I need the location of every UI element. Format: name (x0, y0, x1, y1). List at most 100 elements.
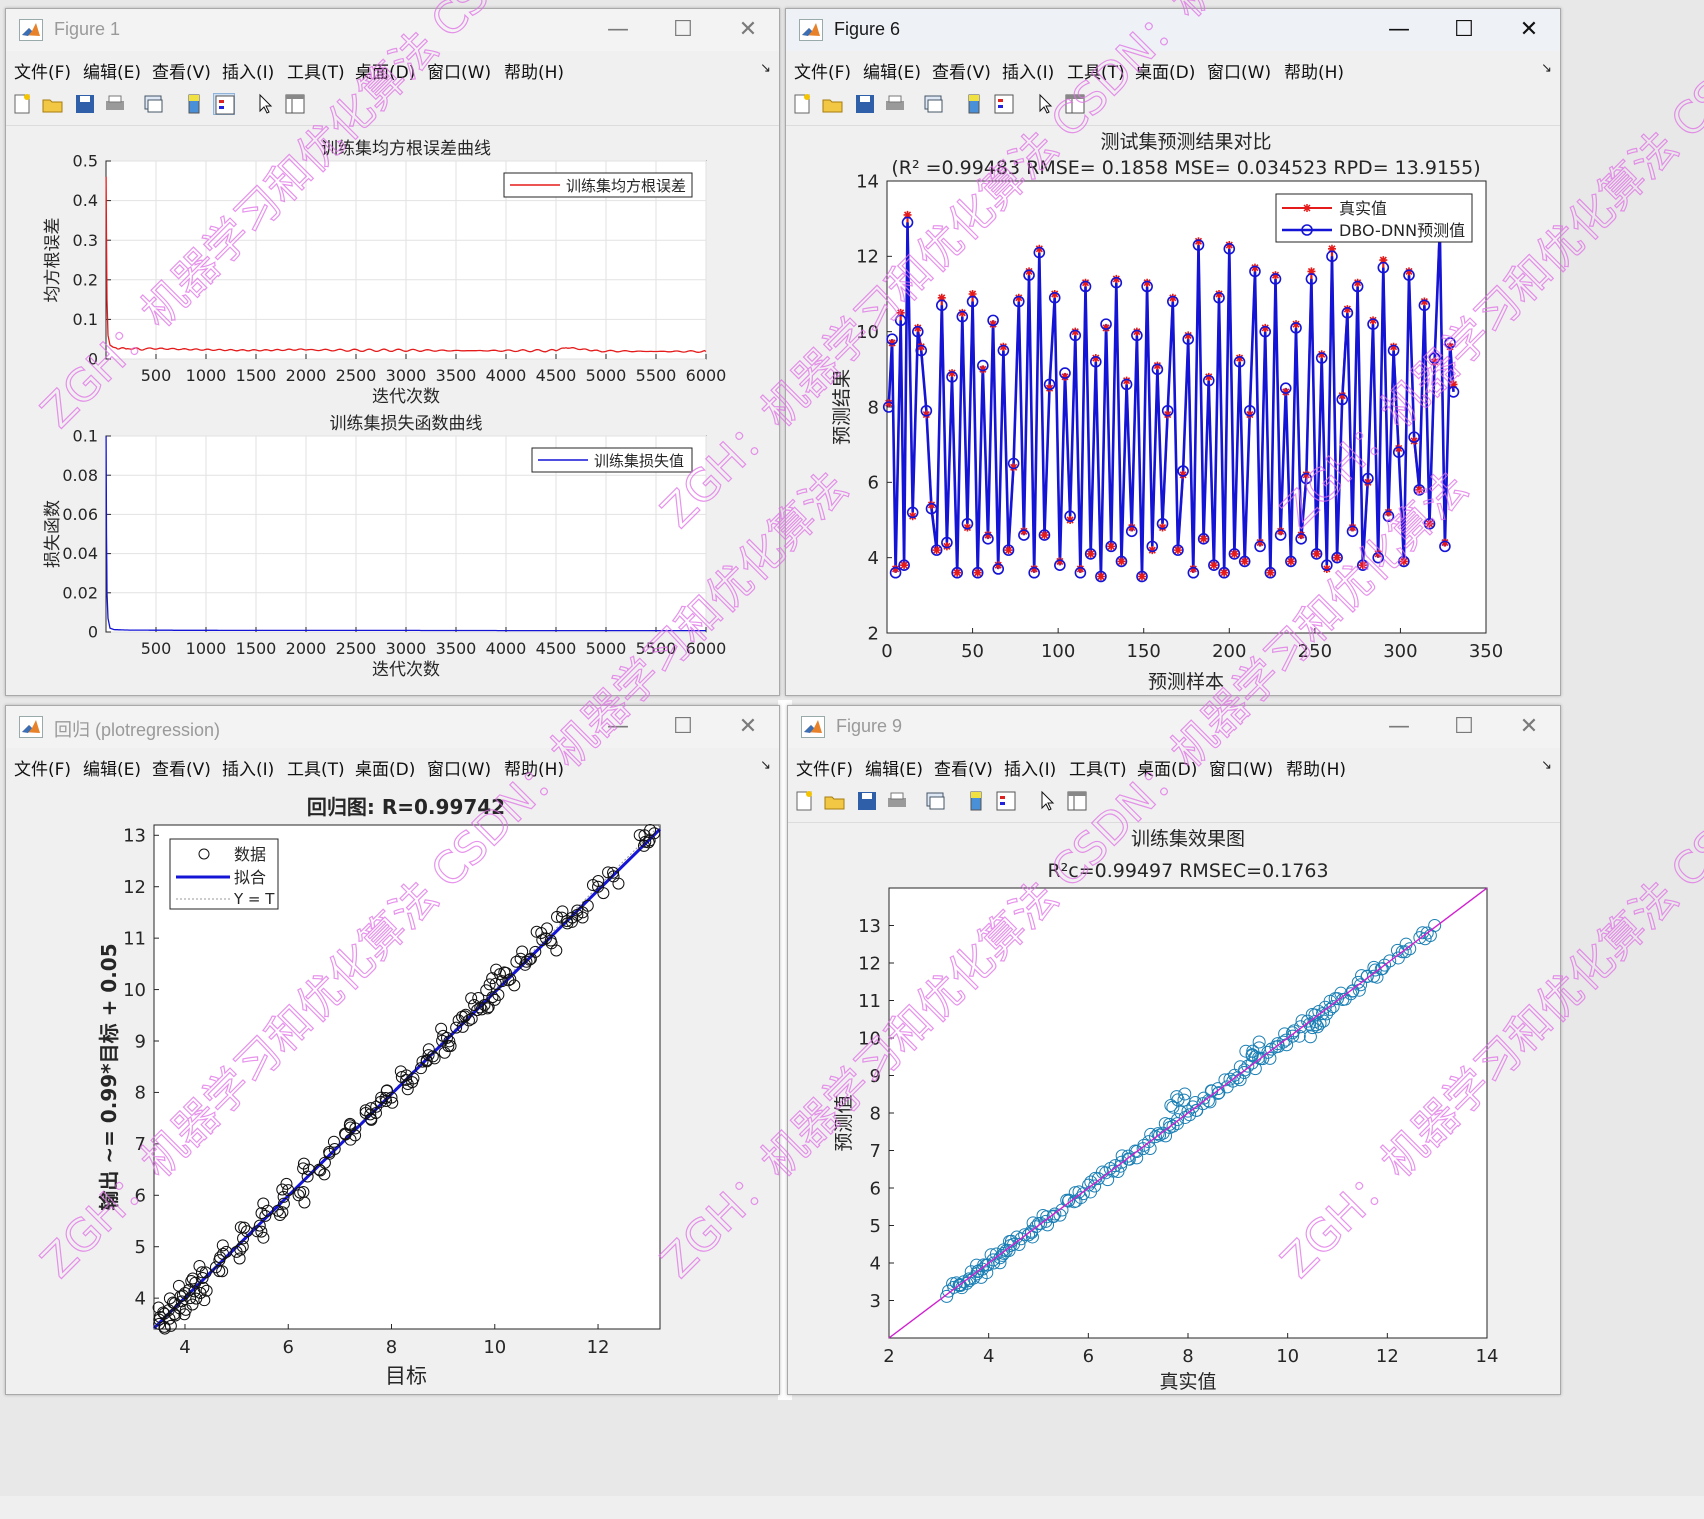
menu-item[interactable]: 查看(V) (152, 755, 211, 780)
chart-title: 训练集均方根误差曲线 (321, 139, 491, 159)
minimize-icon[interactable]: — (601, 712, 635, 742)
x-tick-label: 5500 (636, 366, 677, 385)
pointer-icon[interactable] (1034, 93, 1056, 115)
y-tick-label: 6 (135, 1186, 146, 1207)
figure-6-plot: 0 50 100 150 200 250 300 350 2 4 6 8 10 12 14 测试集预测结果对比… (831, 131, 1503, 693)
y-tick-label: 13 (858, 916, 881, 937)
menu-item[interactable]: 编辑(E) (83, 58, 141, 83)
y-axis-label: 输出 ~= 0.99*目标 + 0.05 (97, 943, 121, 1210)
new-figure-icon[interactable] (792, 93, 814, 115)
window-regression[interactable]: 回归 (plotregression) — ☐ ✕ 文件(F) 编辑(E) 查看(V) 插入(… (5, 705, 780, 1395)
x-tick-label: 3500 (436, 639, 477, 658)
minimize-icon[interactable]: — (1382, 15, 1416, 45)
print-icon[interactable] (886, 790, 908, 812)
menu-item[interactable]: 编辑(E) (863, 58, 921, 83)
y-axis-label: 损失函数 (43, 500, 63, 568)
close-icon[interactable]: ✕ (731, 712, 765, 742)
close-icon[interactable]: ✕ (731, 15, 765, 45)
menu-item[interactable]: 窗口(W) (427, 755, 491, 780)
menu-item[interactable]: 编辑(E) (865, 755, 923, 780)
title-bar[interactable]: Figure 1 — ☐ ✕ (6, 9, 779, 51)
save-icon[interactable] (74, 93, 96, 115)
menu-item[interactable]: 文件(F) (14, 58, 71, 83)
menu-item[interactable]: 窗口(W) (1207, 58, 1271, 83)
pointer-icon[interactable] (254, 93, 276, 115)
save-icon[interactable] (854, 93, 876, 115)
menu-item[interactable]: 文件(F) (796, 755, 853, 780)
dock-arrow-icon[interactable]: ↘ (760, 61, 771, 76)
menu-item[interactable]: 桌面(D) (1135, 58, 1195, 83)
menu-item[interactable]: 插入(I) (1002, 58, 1054, 83)
y-tick-label: 6 (868, 473, 879, 494)
menu-item[interactable]: 窗口(W) (427, 58, 491, 83)
legend-icon[interactable] (995, 790, 1017, 812)
colorbar-icon[interactable] (963, 93, 985, 115)
close-icon[interactable]: ✕ (1512, 15, 1546, 45)
menu-item[interactable]: 帮助(H) (1286, 755, 1346, 780)
menu-item[interactable]: 插入(I) (222, 755, 274, 780)
menu-item[interactable]: 桌面(D) (355, 58, 415, 83)
property-editor-icon[interactable] (1064, 93, 1086, 115)
minimize-icon[interactable]: — (1382, 712, 1416, 742)
legend-label: 数据 (234, 845, 266, 864)
menu-item[interactable]: 工具(T) (1069, 755, 1127, 780)
pointer-icon[interactable] (1036, 790, 1058, 812)
save-icon[interactable] (856, 790, 878, 812)
menu-item[interactable]: 帮助(H) (504, 755, 564, 780)
menu-item[interactable]: 桌面(D) (355, 755, 415, 780)
maximize-icon[interactable]: ☐ (1447, 15, 1481, 45)
menu-item[interactable]: 窗口(W) (1209, 755, 1273, 780)
new-figure-icon[interactable] (12, 93, 34, 115)
link-plot-icon[interactable] (925, 790, 947, 812)
new-figure-icon[interactable] (794, 790, 816, 812)
legend-icon[interactable] (213, 93, 235, 115)
close-icon[interactable]: ✕ (1512, 712, 1546, 742)
open-file-icon[interactable] (824, 790, 846, 812)
menu-item[interactable]: 查看(V) (932, 58, 991, 83)
dock-arrow-icon[interactable]: ↘ (1541, 61, 1552, 76)
menu-item[interactable]: 桌面(D) (1137, 755, 1197, 780)
y-axis-label: 预测值 (833, 1094, 855, 1151)
title-bar[interactable]: Figure 9 — ☐ ✕ (788, 706, 1560, 748)
menu-item[interactable]: 文件(F) (14, 755, 71, 780)
colorbar-icon[interactable] (965, 790, 987, 812)
property-editor-icon[interactable] (284, 93, 306, 115)
print-icon[interactable] (104, 93, 126, 115)
menu-item[interactable]: 查看(V) (152, 58, 211, 83)
actual-point (1004, 546, 1013, 555)
menu-item[interactable]: 工具(T) (1067, 58, 1125, 83)
property-editor-icon[interactable] (1066, 790, 1088, 812)
open-file-icon[interactable] (822, 93, 844, 115)
title-bar[interactable]: Figure 6 — ☐ ✕ (786, 9, 1560, 51)
menu-item[interactable]: 插入(I) (1004, 755, 1056, 780)
link-plot-icon[interactable] (923, 93, 945, 115)
title-bar[interactable]: 回归 (plotregression) — ☐ ✕ (6, 706, 779, 748)
legend-label: DBO-DNN预测值 (1339, 221, 1465, 240)
window-figure-6[interactable]: Figure 6 — ☐ ✕ 文件(F) 编辑(E) 查看(V) 插入(I) 工具(T) 桌面(D… (785, 8, 1561, 696)
open-file-icon[interactable] (42, 93, 64, 115)
window-figure-9[interactable]: Figure 9 — ☐ ✕ 文件(F) 编辑(E) 查看(V) 插入(I) 工具(T) 桌面(D… (787, 705, 1561, 1395)
y-tick-label: 9 (870, 1066, 881, 1087)
print-icon[interactable] (884, 93, 906, 115)
x-tick-label: 14 (1476, 1346, 1499, 1367)
maximize-icon[interactable]: ☐ (1447, 712, 1481, 742)
x-tick-label: 1000 (186, 639, 227, 658)
menu-item[interactable]: 文件(F) (794, 58, 851, 83)
maximize-icon[interactable]: ☐ (666, 15, 700, 45)
window-figure-1[interactable]: Figure 1 — ☐ ✕ 文件(F) 编辑(E) 查看(V) 插入(I) 工具(T) 桌面(D… (5, 8, 780, 696)
menu-item[interactable]: 工具(T) (287, 58, 345, 83)
dock-arrow-icon[interactable]: ↘ (760, 758, 771, 773)
menu-item[interactable]: 查看(V) (934, 755, 993, 780)
menu-item[interactable]: 帮助(H) (504, 58, 564, 83)
menu-item[interactable]: 工具(T) (287, 755, 345, 780)
y-tick-label: 13 (123, 826, 146, 847)
legend-icon[interactable] (993, 93, 1015, 115)
minimize-icon[interactable]: — (601, 15, 635, 45)
dock-arrow-icon[interactable]: ↘ (1541, 758, 1552, 773)
maximize-icon[interactable]: ☐ (666, 712, 700, 742)
menu-item[interactable]: 插入(I) (222, 58, 274, 83)
menu-item[interactable]: 编辑(E) (83, 755, 141, 780)
link-plot-icon[interactable] (143, 93, 165, 115)
colorbar-icon[interactable] (183, 93, 205, 115)
menu-item[interactable]: 帮助(H) (1284, 58, 1344, 83)
